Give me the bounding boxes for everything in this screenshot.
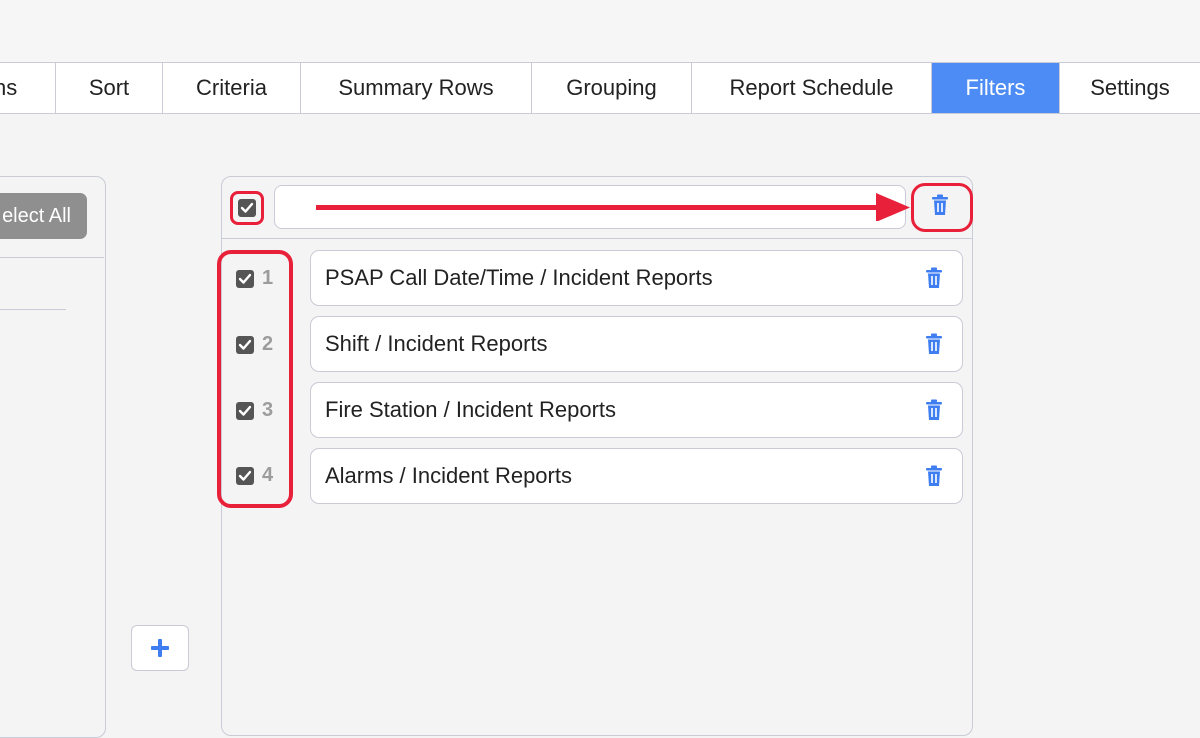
tab-sort[interactable]: Sort [56,63,163,113]
tab-label: Summary Rows [338,75,494,100]
tab-bar: ns Sort Criteria Summary Rows Grouping R… [0,62,1200,114]
tab-label: Filters [965,75,1026,100]
tab-settings[interactable]: Settings [1060,63,1200,113]
trash-icon [926,267,942,288]
tab-summary-rows[interactable]: Summary Rows [301,63,532,113]
delete-filter-button[interactable] [925,465,943,492]
tab-label: ns [0,75,18,100]
filter-row[interactable]: Alarms / Incident Reports [310,448,963,504]
tab-report-schedule[interactable]: Report Schedule [692,63,932,113]
select-all-label: elect All [2,204,71,227]
delete-filter-button[interactable] [925,399,943,426]
trash-icon [926,465,942,486]
add-filter-button[interactable] [131,625,189,671]
plus-icon [151,639,169,657]
filter-row[interactable]: PSAP Call Date/Time / Incident Reports [310,250,963,306]
filter-row-label: Shift / Incident Reports [325,331,548,356]
select-all-button[interactable]: elect All [0,193,87,239]
tab-label: Grouping [566,75,657,100]
tab-grouping[interactable]: Grouping [532,63,692,113]
annotation-arrow [316,193,910,221]
filters-header-divider [222,238,972,239]
delete-filter-button[interactable] [925,267,943,294]
filter-row-label: PSAP Call Date/Time / Incident Reports [325,265,713,290]
annotation-highlight-master-checkbox [230,191,264,225]
tab-columns[interactable]: ns [0,63,56,113]
tab-label: Report Schedule [729,75,894,100]
filter-row-label: Fire Station / Incident Reports [325,397,617,422]
window-top-strip [0,0,1200,62]
tab-label: Sort [88,75,130,100]
tab-label: Criteria [196,75,267,100]
filter-row-label: Alarms / Incident Reports [325,463,572,488]
trash-icon [926,399,942,420]
delete-filter-button[interactable] [925,333,943,360]
trash-icon [926,333,942,354]
list-divider [0,309,66,310]
annotation-highlight-delete [911,183,973,232]
filter-row[interactable]: Fire Station / Incident Reports [310,382,963,438]
available-fields-panel [0,176,106,738]
filter-row[interactable]: Shift / Incident Reports [310,316,963,372]
panel-divider [0,257,104,258]
tab-criteria[interactable]: Criteria [163,63,301,113]
annotation-highlight-row-checkboxes [217,250,293,508]
tab-filters[interactable]: Filters [932,63,1060,113]
tab-label: Settings [1090,75,1170,100]
